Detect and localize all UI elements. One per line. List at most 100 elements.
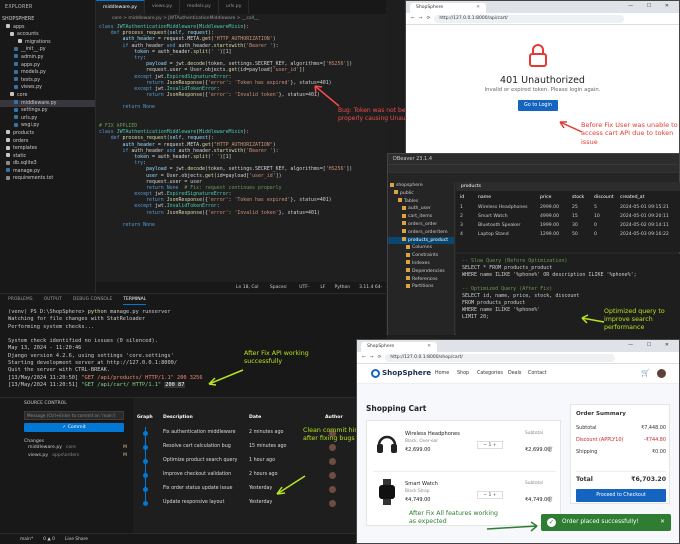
file-tree-item[interactable]: core [0,92,95,100]
grid-cell[interactable]: 15 [572,213,578,221]
window-controls[interactable]: — ☐ ✕ [628,3,675,9]
nav-contact[interactable]: Contact [528,371,547,376]
column-header[interactable]: stock [572,194,584,202]
db-tree-item[interactable]: products_product [388,236,454,245]
tab-problems[interactable]: PROBLEMS [8,294,33,305]
dbeaver-menubar[interactable] [388,164,679,172]
url-input-2[interactable]: http://127.0.0.1:8000/shop/cart/ [385,353,616,362]
commit-button[interactable]: ✓ Commit [24,423,124,432]
problems-indicator[interactable]: 0 ▲ 0 [43,534,55,544]
db-tree-item[interactable]: auth_user [388,205,454,213]
grid-cell[interactable]: 2024-05-02 09:14:11 [620,222,669,230]
file-tree-item[interactable]: admin.py [0,54,95,62]
db-tree-item[interactable]: Dependencies [388,268,454,276]
grid-cell[interactable]: 5 [594,204,597,212]
tab-urls[interactable]: urls.py [219,0,250,14]
db-tree-item[interactable]: cart_items [388,213,454,221]
reload-icon[interactable]: ⟳ [378,355,382,360]
column-header[interactable]: created_at [620,194,644,202]
grid-cell[interactable]: 2024-05-01 09:15:21 [620,204,669,212]
file-tree-item[interactable]: models.py [0,69,95,77]
file-tree-item[interactable]: apps.py [0,62,95,70]
changed-file[interactable]: middleware.py core M [28,444,133,452]
grid-cell[interactable]: 30 [572,222,578,230]
status-language[interactable]: Python [335,282,351,293]
commit-message-input[interactable]: Message (Ctrl+Enter to commit on 'main') [24,411,124,420]
commit-row[interactable]: Improve checkout validation 2 hours ago [133,470,386,481]
delete-icon[interactable]: 🗑 [547,447,553,453]
column-header[interactable]: discount [594,194,614,202]
grid-cell[interactable]: 25 [572,204,578,212]
grid-cell[interactable]: Wireless Headphones [478,204,527,212]
db-tree-item[interactable]: References [388,276,454,284]
grid-cell[interactable]: 10 [594,213,600,221]
dbeaver-toolbar[interactable] [388,172,679,182]
changed-file[interactable]: views.py apps\orders M [28,452,133,460]
tab-terminal[interactable]: TERMINAL [123,294,147,305]
terminal-output[interactable]: (venv) PS D:\ShopSphere> python manage.p… [0,305,386,389]
quantity-stepper[interactable]: − 1 + [477,441,503,449]
file-tree-item[interactable]: SHOPSPHERE [0,16,95,24]
nav-deals[interactable]: Deals [508,371,521,376]
commit-row[interactable]: Fix order status update issue Yesterday [133,484,386,495]
avatar[interactable] [657,369,666,378]
file-tree-item[interactable]: static [0,153,95,161]
file-tree-item[interactable]: __init__.py [0,46,95,54]
item-name[interactable]: Wireless Headphones [405,431,460,437]
grid-cell[interactable]: Bluetooth Speaker [478,222,520,230]
forward-icon[interactable]: → [370,355,374,360]
db-tree-item[interactable]: public [388,190,454,198]
file-tree-item[interactable]: migrations [0,39,95,47]
tab-debug-console[interactable]: DEBUG CONSOLE [73,294,112,305]
db-tree-item[interactable]: Indexes [388,260,454,268]
status-interpreter[interactable]: 3.11.4 64-bit [359,282,386,301]
grid-cell[interactable]: 1299.00 [540,231,559,239]
code-content[interactable]: class JWTAuthenticationMiddleware(Middle… [96,24,386,282]
grid-cell[interactable]: 2024-05-01 09:20:11 [620,213,669,221]
db-tree-item[interactable]: orders_order [388,221,454,229]
grid-cell[interactable]: 2 [460,213,463,221]
back-icon[interactable]: ← [411,16,415,21]
forward-icon[interactable]: → [419,16,423,21]
commit-row[interactable]: Update responsive layout Yesterday [133,498,386,509]
grid-cell[interactable]: 4 [460,231,463,239]
grid-cell[interactable]: Laptop Stand [478,231,509,239]
cart-icon[interactable]: 🛒 [641,369,650,377]
db-tree-item[interactable]: Tables [388,198,454,206]
file-tree-item[interactable]: orders [0,138,95,146]
breadcrumb[interactable]: core > middleware.py > JWTAuthentication… [96,14,386,23]
file-tree-item[interactable]: templates [0,145,95,153]
nav-home[interactable]: Home [435,371,449,376]
file-tree-item[interactable]: manage.py [0,168,95,176]
column-header[interactable]: name [478,194,491,202]
nav-shop[interactable]: Shop [457,371,469,376]
db-tree-item[interactable]: Columns [388,244,454,252]
grid-cell[interactable]: 4999.00 [540,213,559,221]
branch-indicator[interactable]: main* [20,534,33,544]
grid-cell[interactable]: 2999.00 [540,204,559,212]
grid-cell[interactable]: 3 [460,222,463,230]
delete-icon[interactable]: 🗑 [547,497,553,503]
file-tree-item[interactable]: tests.py [0,77,95,85]
tab-views[interactable]: views.py [145,0,181,14]
file-tree-item[interactable]: db.sqlite3 [0,160,95,168]
live-share-button[interactable]: Live Share [65,534,88,544]
grid-cell[interactable]: 1999.00 [540,222,559,230]
url-input[interactable]: http://127.0.0.1:8000/api/cart/ [434,14,625,23]
browser-tab[interactable]: ShopSphere ✕ [410,3,486,13]
tab-middleware[interactable]: middleware.py [96,0,145,14]
close-toast-icon[interactable]: ✕ [660,514,665,531]
db-tree-item[interactable]: Partitions [388,283,454,291]
grid-tab[interactable]: products [456,182,680,191]
item-name[interactable]: Smart Watch [405,481,438,487]
tab-models[interactable]: models.py [180,0,219,14]
file-tree-item[interactable]: wsgi.py [0,122,95,130]
file-tree-item[interactable]: apps [0,24,95,32]
status-eol[interactable]: LF [320,282,325,293]
file-tree-item[interactable]: settings.py [0,107,95,115]
db-tree-item[interactable]: Constraints [388,252,454,260]
status-cursor[interactable]: Ln 18, Col 1 [236,282,261,301]
quantity-stepper[interactable]: − 1 + [477,491,503,499]
file-tree-item[interactable]: middleware.py [0,99,95,108]
grid-cell[interactable]: 50 [572,231,578,239]
